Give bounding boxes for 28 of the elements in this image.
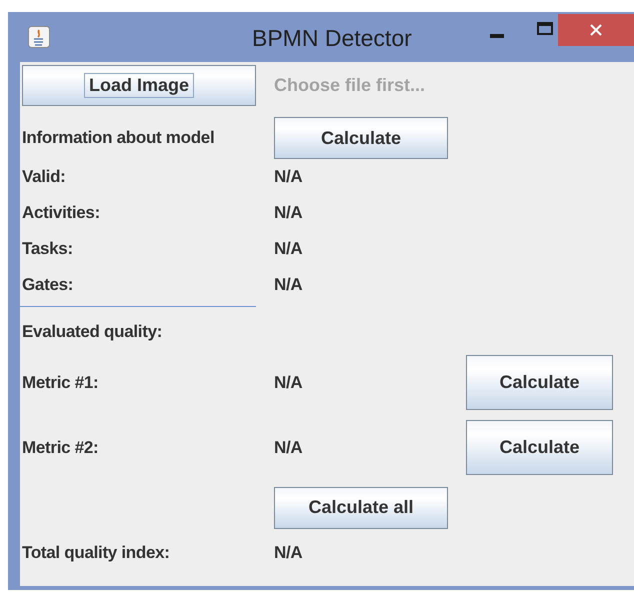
field-value: N/A [274,203,302,223]
section-label: Evaluated quality: [22,322,164,342]
section-label: Information about model [22,128,216,148]
minimize-icon[interactable] [490,34,504,38]
calculate-button[interactable]: Calculate [466,420,613,475]
total-label: Total quality index: [22,543,171,563]
metric-value: N/A [274,372,304,392]
file-status-text: Choose file first... [274,75,426,96]
window-title: BPMN Detector [252,25,412,52]
calculate-button[interactable]: Calculate [274,117,448,159]
field-label: Activities: [22,203,101,223]
field-label: Gates: [22,275,74,295]
close-icon [590,24,602,36]
maximize-icon[interactable] [537,22,553,35]
calculate-all-button[interactable]: Calculate all [274,486,448,528]
field-label: Tasks: [22,239,74,259]
field-label: Valid: [22,167,67,187]
field-value: N/A [274,167,302,187]
close-button[interactable] [558,14,634,46]
load-image-button[interactable]: Load Image [22,65,256,106]
total-value: N/A [274,543,302,563]
metric-label: Metric #1: [22,372,100,392]
field-value: N/A [274,239,302,259]
metric-value: N/A [274,438,304,458]
metric-label: Metric #2: [22,438,100,458]
app-icon [28,26,50,48]
field-value: N/A [274,275,302,295]
calculate-button[interactable]: Calculate [466,355,613,410]
